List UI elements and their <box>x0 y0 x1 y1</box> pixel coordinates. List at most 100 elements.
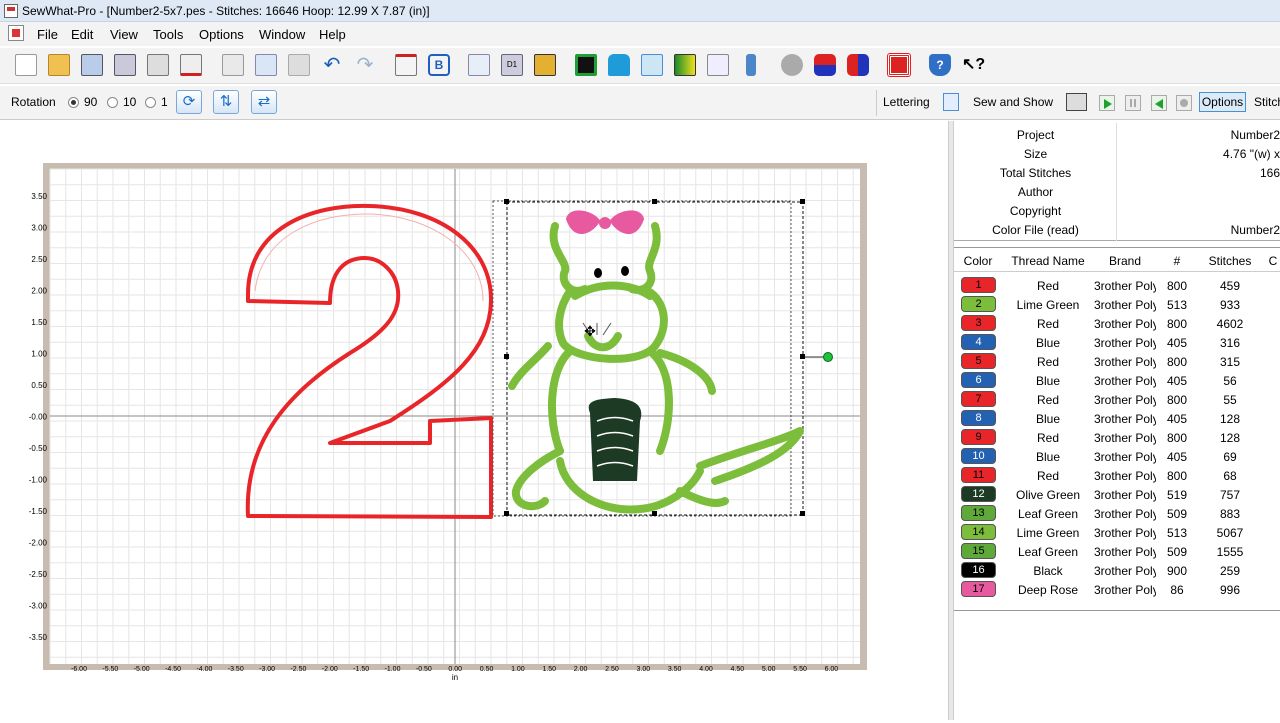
thread-row[interactable]: 12 Olive Green 3rother Poly 519 757 <box>954 485 1280 504</box>
menu-tools[interactable]: Tools <box>153 27 183 42</box>
thread-color-chip[interactable]: 6 <box>961 372 996 388</box>
menu-view[interactable]: View <box>110 27 138 42</box>
design-canvas[interactable]: 3.50 3.00 2.50 2.00 1.50 1.00 0.50 -0.00 -0.50 -1… <box>0 121 948 720</box>
menu-window[interactable]: Window <box>259 27 305 42</box>
thread-color-chip[interactable]: 7 <box>961 391 996 407</box>
handle-bm[interactable] <box>652 511 657 516</box>
menu-edit[interactable]: Edit <box>71 27 93 42</box>
copy-icon[interactable] <box>255 54 277 76</box>
stitch-tab[interactable]: Stitch <box>1254 95 1280 109</box>
thread-row[interactable]: 10 Blue 3rother Poly 405 69 <box>954 447 1280 466</box>
b-icon[interactable]: B <box>428 54 450 76</box>
lettering-icon[interactable] <box>943 93 959 111</box>
handle-br[interactable] <box>800 511 805 516</box>
handle-tr[interactable] <box>800 199 805 204</box>
thread-color-chip[interactable]: 3 <box>961 315 996 331</box>
redo-icon[interactable]: ↷ <box>354 54 376 76</box>
col-c[interactable]: C <box>1266 254 1280 268</box>
open-folder-icon[interactable] <box>48 54 70 76</box>
thread-color-chip[interactable]: 10 <box>961 448 996 464</box>
thread-row[interactable]: 8 Blue 3rother Poly 405 128 <box>954 409 1280 428</box>
thread-row[interactable]: 16 Black 3rother Poly 900 259 <box>954 561 1280 580</box>
thread-row[interactable]: 15 Leaf Green 3rother Poly 509 1555 <box>954 542 1280 561</box>
grid-cut-icon[interactable] <box>707 54 729 76</box>
thread-color-chip[interactable]: 15 <box>961 543 996 559</box>
shirt-icon[interactable] <box>608 54 630 76</box>
thread-row[interactable]: 7 Red 3rother Poly 800 55 <box>954 390 1280 409</box>
handle-ml[interactable] <box>504 354 509 359</box>
mirror-horizontal-icon[interactable]: ⇄ <box>251 90 277 114</box>
menu-options[interactable]: Options <box>199 27 244 42</box>
thread-color-chip[interactable]: 1 <box>961 277 996 293</box>
cut-icon[interactable] <box>222 54 244 76</box>
thread-row[interactable]: 9 Red 3rother Poly 800 128 <box>954 428 1280 447</box>
hoop-green-icon[interactable] <box>575 54 597 76</box>
save-as-icon[interactable] <box>114 54 136 76</box>
thread-color-chip[interactable]: 9 <box>961 429 996 445</box>
rotate-handle[interactable] <box>823 352 833 362</box>
thread-row[interactable]: 2 Lime Green 3rother Poly 513 933 <box>954 295 1280 314</box>
print-icon[interactable] <box>147 54 169 76</box>
red-blue-icon[interactable] <box>814 54 836 76</box>
thread-row[interactable]: 17 Deep Rose 3rother Poly 86 996 <box>954 580 1280 599</box>
rotation-1-radio[interactable] <box>145 97 156 108</box>
handle-tm[interactable] <box>652 199 657 204</box>
color-gradient-icon[interactable] <box>674 54 696 76</box>
handle-mr[interactable] <box>800 354 805 359</box>
help-shield-icon[interactable]: ? <box>929 54 951 76</box>
thread-color-chip[interactable]: 11 <box>961 467 996 483</box>
thread-color-chip[interactable]: 16 <box>961 562 996 578</box>
menu-help[interactable]: Help <box>319 27 346 42</box>
rotation-90-radio[interactable] <box>68 97 79 108</box>
new-file-icon[interactable] <box>15 54 37 76</box>
design-icon[interactable] <box>534 54 556 76</box>
thread-row[interactable]: 13 Leaf Green 3rother Poly 509 883 <box>954 504 1280 523</box>
frame-icon[interactable] <box>641 54 663 76</box>
thread-row[interactable]: 4 Blue 3rother Poly 405 316 <box>954 333 1280 352</box>
thread-row[interactable]: 11 Red 3rother Poly 800 68 <box>954 466 1280 485</box>
stitch-tool-icon[interactable] <box>395 54 417 76</box>
d1-icon[interactable]: D1 <box>501 54 523 76</box>
stop-icon[interactable] <box>1176 95 1192 111</box>
spool-icon[interactable] <box>781 54 803 76</box>
lettering-tab[interactable]: Lettering <box>883 95 930 109</box>
handle-bl[interactable] <box>504 511 509 516</box>
red-blue-2-icon[interactable] <box>847 54 869 76</box>
col-color[interactable]: Color <box>960 254 996 268</box>
col-thread-name[interactable]: Thread Name <box>1002 254 1094 268</box>
menu-file[interactable]: File <box>37 27 58 42</box>
options-button[interactable]: Options <box>1199 92 1246 112</box>
thread-color-chip[interactable]: 4 <box>961 334 996 350</box>
thread-color-chip[interactable]: 5 <box>961 353 996 369</box>
thread-color-chip[interactable]: 14 <box>961 524 996 540</box>
document-system-icon[interactable] <box>8 25 24 41</box>
thread-color-chip[interactable]: 8 <box>961 410 996 426</box>
rewind-icon[interactable] <box>1151 95 1167 111</box>
col-brand[interactable]: Brand <box>1094 254 1156 268</box>
pause-icon[interactable] <box>1125 95 1141 111</box>
rotate-icon[interactable]: ⟳ <box>176 90 202 114</box>
thread-color-chip[interactable]: 17 <box>961 581 996 597</box>
thread-color-chip[interactable]: 2 <box>961 296 996 312</box>
grid-red-icon[interactable] <box>887 53 911 77</box>
col-stitches[interactable]: Stitches <box>1200 254 1260 268</box>
rotation-10-radio[interactable] <box>107 97 118 108</box>
thread-row[interactable]: 1 Red 3rother Poly 800 459 <box>954 276 1280 295</box>
handle-tl[interactable] <box>504 199 509 204</box>
undo-icon[interactable]: ↶ <box>321 54 343 76</box>
col-number[interactable]: # <box>1160 254 1194 268</box>
mirror-vertical-icon[interactable]: ⇅ <box>213 90 239 114</box>
pin-icon[interactable] <box>746 54 756 76</box>
sewing-machine-icon[interactable] <box>1066 93 1087 111</box>
thread-row[interactable]: 5 Red 3rother Poly 800 315 <box>954 352 1280 371</box>
paste-icon[interactable] <box>288 54 310 76</box>
thread-row[interactable]: 6 Blue 3rother Poly 405 56 <box>954 371 1280 390</box>
save-icon[interactable] <box>81 54 103 76</box>
thread-color-chip[interactable]: 12 <box>961 486 996 502</box>
pages-icon[interactable] <box>468 54 490 76</box>
whats-this-icon[interactable]: ↖? <box>962 54 985 76</box>
print-preview-icon[interactable] <box>180 54 202 76</box>
thread-row[interactable]: 3 Red 3rother Poly 800 4602 <box>954 314 1280 333</box>
thread-color-chip[interactable]: 13 <box>961 505 996 521</box>
thread-row[interactable]: 14 Lime Green 3rother Poly 513 5067 <box>954 523 1280 542</box>
